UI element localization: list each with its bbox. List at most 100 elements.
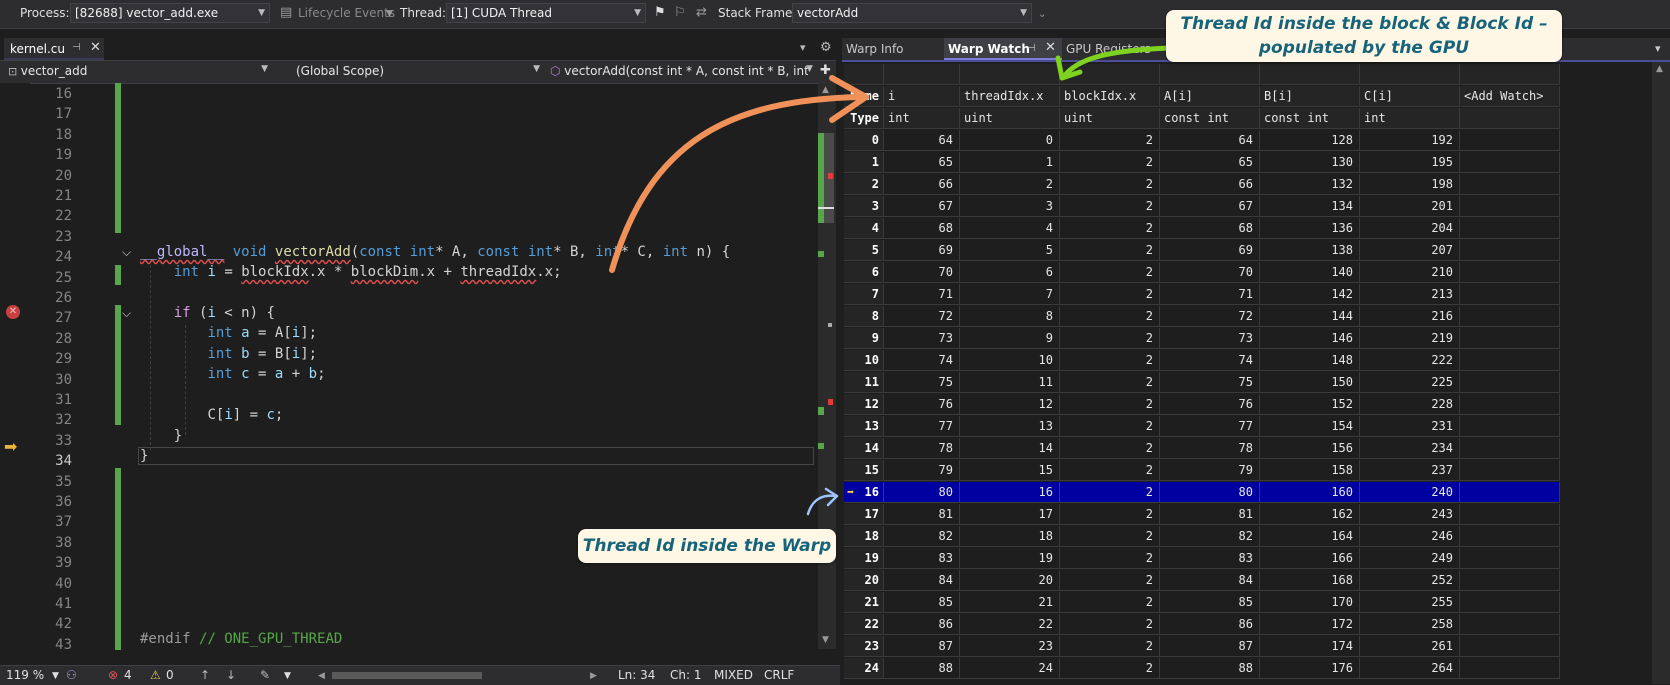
- row-header[interactable]: 3: [844, 196, 884, 217]
- column-header[interactable]: i: [884, 86, 960, 107]
- table-cell[interactable]: 166: [1260, 548, 1360, 569]
- table-cell[interactable]: 72: [1160, 306, 1260, 327]
- row-header[interactable]: 4: [844, 218, 884, 239]
- table-cell[interactable]: 23: [960, 636, 1060, 657]
- row-header[interactable]: 13: [844, 416, 884, 437]
- table-cell[interactable]: 71: [884, 284, 960, 305]
- table-cell[interactable]: 252: [1360, 570, 1460, 591]
- table-cell[interactable]: 2: [1060, 548, 1160, 569]
- lifecycle-events-button[interactable]: Lifecycle Events: [298, 6, 395, 20]
- gear-icon[interactable]: ⚙: [820, 40, 832, 55]
- table-cell-empty[interactable]: [1460, 460, 1560, 481]
- chevron-down-icon[interactable]: ▼: [284, 671, 291, 681]
- table-cell[interactable]: 2: [1060, 174, 1160, 195]
- row-header[interactable]: 9: [844, 328, 884, 349]
- row-header[interactable]: 19: [844, 548, 884, 569]
- table-cell[interactable]: 222: [1360, 350, 1460, 371]
- table-cell[interactable]: 21: [960, 592, 1060, 613]
- table-cell[interactable]: 10: [960, 350, 1060, 371]
- table-cell[interactable]: 258: [1360, 614, 1460, 635]
- table-cell[interactable]: 2: [1060, 196, 1160, 217]
- column-header[interactable]: threadIdx.x: [960, 86, 1060, 107]
- scroll-right-icon[interactable]: ▶: [590, 671, 597, 681]
- table-cell[interactable]: 2: [1060, 218, 1160, 239]
- table-cell-empty[interactable]: [1460, 658, 1560, 679]
- table-cell[interactable]: 2: [1060, 240, 1160, 261]
- table-cell[interactable]: 88: [1160, 658, 1260, 679]
- table-cell[interactable]: 168: [1260, 570, 1360, 591]
- thread-dropdown[interactable]: [1] CUDA Thread ▼: [446, 3, 646, 23]
- table-cell[interactable]: 77: [884, 416, 960, 437]
- table-cell[interactable]: 74: [884, 350, 960, 371]
- table-cell[interactable]: 17: [960, 504, 1060, 525]
- table-cell[interactable]: 2: [1060, 526, 1160, 547]
- column-header[interactable]: A[i]: [1160, 86, 1260, 107]
- flag-filter-icon[interactable]: ⚐: [674, 5, 686, 20]
- table-cell-empty[interactable]: [1460, 416, 1560, 437]
- table-cell[interactable]: 2: [1060, 636, 1160, 657]
- row-header[interactable]: 8: [844, 306, 884, 327]
- table-cell[interactable]: 198: [1360, 174, 1460, 195]
- table-cell[interactable]: 80: [884, 482, 960, 503]
- table-cell[interactable]: 228: [1360, 394, 1460, 415]
- error-icon[interactable]: ⊗: [108, 668, 118, 682]
- table-cell[interactable]: 249: [1360, 548, 1460, 569]
- table-cell[interactable]: 192: [1360, 130, 1460, 151]
- table-cell[interactable]: 81: [884, 504, 960, 525]
- tab-kernel-cu[interactable]: kernel.cu ⊣ ✕: [4, 38, 104, 60]
- table-cell-empty[interactable]: [1460, 328, 1560, 349]
- table-cell[interactable]: 164: [1260, 526, 1360, 547]
- table-cell-empty[interactable]: [1460, 504, 1560, 525]
- table-cell[interactable]: 2: [1060, 416, 1160, 437]
- table-cell[interactable]: 204: [1360, 218, 1460, 239]
- table-cell[interactable]: 88: [884, 658, 960, 679]
- table-cell-empty[interactable]: [1460, 306, 1560, 327]
- table-cell[interactable]: 2: [1060, 130, 1160, 151]
- table-cell[interactable]: 210: [1360, 262, 1460, 283]
- cleanup-brush-icon[interactable]: ✎: [260, 668, 270, 682]
- zoom-level[interactable]: 119 %: [6, 668, 44, 682]
- table-cell[interactable]: 66: [1160, 174, 1260, 195]
- table-cell[interactable]: 234: [1360, 438, 1460, 459]
- table-cell[interactable]: 140: [1260, 262, 1360, 283]
- split-icon[interactable]: ✚: [820, 63, 831, 78]
- row-header[interactable]: 7: [844, 284, 884, 305]
- table-cell-empty[interactable]: [1460, 592, 1560, 613]
- column-header[interactable]: C[i]: [1360, 86, 1460, 107]
- table-cell[interactable]: 7: [960, 284, 1060, 305]
- table-cell[interactable]: 2: [1060, 350, 1160, 371]
- table-cell-empty[interactable]: [1460, 526, 1560, 547]
- table-cell-empty[interactable]: [1460, 614, 1560, 635]
- table-cell[interactable]: 136: [1260, 218, 1360, 239]
- row-header[interactable]: 11: [844, 372, 884, 393]
- line-indicator[interactable]: Ln: 34: [618, 668, 655, 682]
- table-cell[interactable]: 2: [1060, 504, 1160, 525]
- table-cell[interactable]: 76: [1160, 394, 1260, 415]
- table-cell[interactable]: 255: [1360, 592, 1460, 613]
- table-cell[interactable]: 264: [1360, 658, 1460, 679]
- table-cell[interactable]: 85: [1160, 592, 1260, 613]
- table-cell[interactable]: 142: [1260, 284, 1360, 305]
- table-cell[interactable]: 75: [1160, 372, 1260, 393]
- table-cell[interactable]: 85: [884, 592, 960, 613]
- breakpoint-icon[interactable]: ✕: [6, 305, 20, 319]
- row-header[interactable]: 0: [844, 130, 884, 151]
- table-cell[interactable]: 3: [960, 196, 1060, 217]
- horizontal-scroll-thumb[interactable]: [332, 672, 482, 679]
- table-cell[interactable]: 72: [884, 306, 960, 327]
- table-cell[interactable]: 74: [1160, 350, 1260, 371]
- row-header[interactable]: 14: [844, 438, 884, 459]
- table-cell[interactable]: 66: [884, 174, 960, 195]
- table-cell[interactable]: 128: [1260, 130, 1360, 151]
- grid-vertical-scrollbar[interactable]: ▲: [1652, 62, 1670, 684]
- table-cell[interactable]: 225: [1360, 372, 1460, 393]
- table-cell[interactable]: 79: [884, 460, 960, 481]
- table-cell[interactable]: 5: [960, 240, 1060, 261]
- scroll-down-icon[interactable]: ▼: [822, 635, 829, 645]
- table-cell[interactable]: 156: [1260, 438, 1360, 459]
- table-cell[interactable]: 8: [960, 306, 1060, 327]
- table-cell[interactable]: 82: [1160, 526, 1260, 547]
- table-cell[interactable]: 152: [1260, 394, 1360, 415]
- row-header[interactable]: 1: [844, 152, 884, 173]
- pin-icon[interactable]: ⊣: [72, 42, 81, 53]
